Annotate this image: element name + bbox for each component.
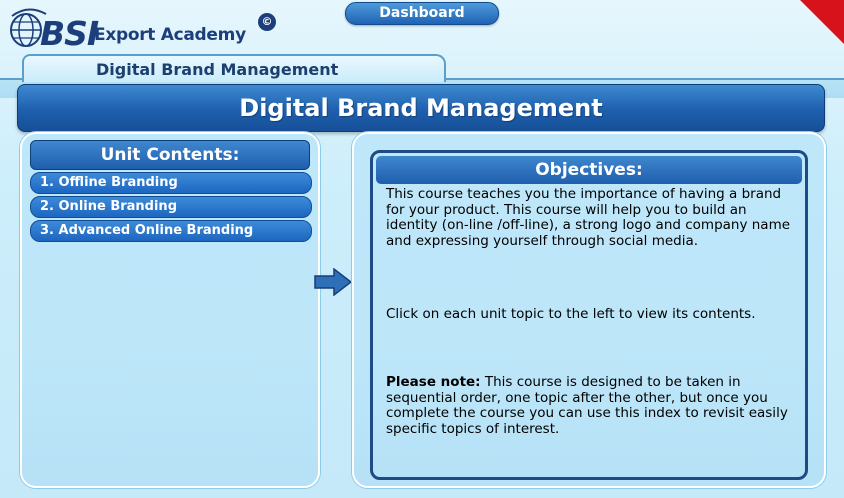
copyright-icon: © <box>258 13 276 31</box>
breadcrumb: Digital Brand Management <box>96 60 339 79</box>
unit-contents-header: Unit Contents: <box>30 140 310 170</box>
bsi-logo: BSI Export Academy © <box>8 4 308 54</box>
unit-contents-panel: Unit Contents: 1. Offline Branding 2. On… <box>20 132 320 488</box>
page-title: Digital Brand Management <box>239 94 603 122</box>
arrow-right-icon <box>314 268 352 296</box>
page-title-bar: Digital Brand Management <box>17 84 825 132</box>
objectives-header: Objectives: <box>376 156 802 184</box>
unit-item-advanced-online-branding[interactable]: 3. Advanced Online Branding <box>30 220 312 242</box>
logo-bsi-text: BSI <box>40 14 99 53</box>
objectives-note: Please note: This course is designed to … <box>386 374 796 437</box>
note-lead: Please note: <box>386 374 481 390</box>
objectives-box: Objectives: This course teaches you the … <box>370 150 808 480</box>
course-index-screen: BSI Export Academy © Dashboard Digital B… <box>0 0 844 498</box>
objectives-panel: Objectives: This course teaches you the … <box>352 132 826 488</box>
corner-ribbon <box>800 0 844 44</box>
dashboard-button[interactable]: Dashboard <box>345 2 499 25</box>
unit-item-online-branding[interactable]: 2. Online Branding <box>30 196 312 218</box>
unit-list: 1. Offline Branding 2. Online Branding 3… <box>30 172 312 244</box>
unit-item-offline-branding[interactable]: 1. Offline Branding <box>30 172 312 194</box>
breadcrumb-tab: Digital Brand Management <box>22 54 446 82</box>
objectives-paragraph-2: Click on each unit topic to the left to … <box>386 306 756 322</box>
logo-academy-text: Export Academy <box>94 25 246 45</box>
objectives-paragraph-1: This course teaches you the importance o… <box>386 186 791 249</box>
